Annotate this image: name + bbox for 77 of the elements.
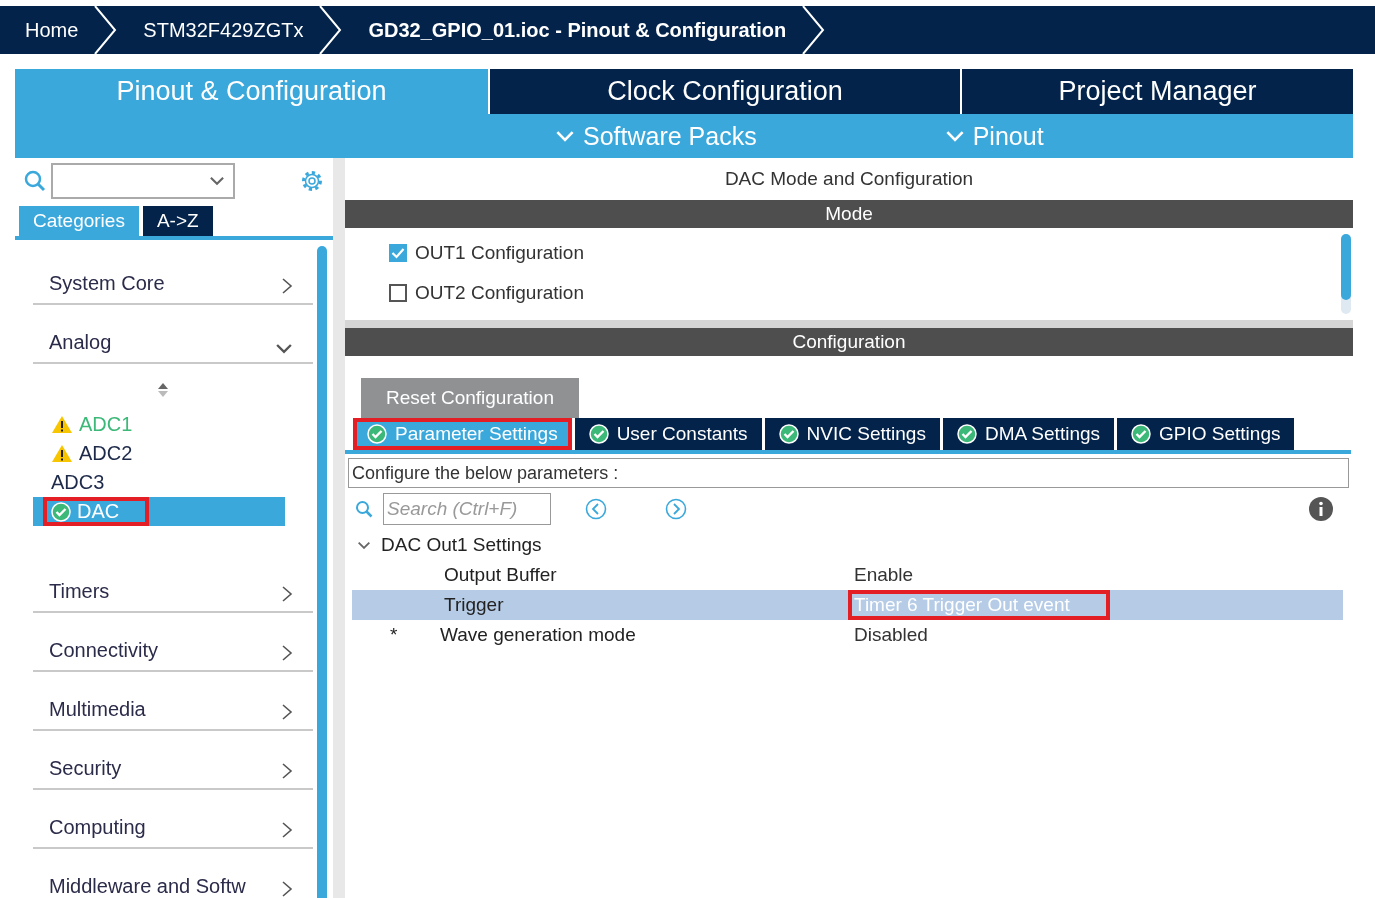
chevron-right-icon: [281, 703, 293, 721]
category-item[interactable]: Computing: [33, 790, 313, 849]
chevron-right-icon: [317, 6, 344, 54]
info-icon[interactable]: [1309, 497, 1333, 521]
section-header: Configuration: [345, 328, 1353, 356]
settings-tab[interactable]: GPIO Settings: [1117, 418, 1295, 450]
chevron-right-icon: [281, 277, 293, 295]
category-item[interactable]: Middleware and Softw: [33, 849, 313, 898]
chevron-down-icon: [944, 130, 965, 142]
parameter-value: Timer 6 Trigger Out event: [848, 590, 1110, 620]
mode-checkbox[interactable]: OUT1 Configuration: [389, 242, 1295, 264]
main-tab[interactable]: Clock Configuration: [488, 69, 960, 114]
check-circle-icon: [51, 501, 71, 522]
parameter-row[interactable]: Output Buffer Enable: [352, 560, 1343, 590]
peripheral-label: DAC: [77, 500, 120, 523]
parameter-name: Trigger: [444, 594, 504, 615]
parameter-name: Output Buffer: [444, 564, 557, 585]
breadcrumb-item[interactable]: GD32_GPIO_01.ioc - Pinout & Configuration: [343, 18, 801, 42]
breadcrumb-item[interactable]: Home: [0, 18, 93, 42]
chevron-right-icon: [92, 6, 119, 54]
chevron-right-icon: [281, 880, 293, 898]
warning-icon: [51, 444, 73, 463]
settings-tab[interactable]: DMA Settings: [942, 418, 1115, 450]
chevron-right-icon: [800, 6, 827, 54]
settings-icon[interactable]: [299, 168, 325, 194]
search-icon: [355, 500, 373, 518]
parameter-value: Disabled: [853, 623, 929, 647]
parameter-row[interactable]: Trigger Timer 6 Trigger Out event: [352, 590, 1343, 620]
previous-icon[interactable]: [585, 498, 607, 520]
search-field[interactable]: Search (Ctrl+F): [383, 493, 551, 525]
next-icon[interactable]: [665, 498, 687, 520]
category-item[interactable]: Security: [33, 731, 313, 790]
category-item[interactable]: Timers: [33, 554, 313, 613]
peripheral-item[interactable]: ADC2: [33, 439, 285, 468]
checkbox[interactable]: [389, 284, 407, 302]
chevron-right-icon: [281, 585, 293, 603]
tree-group[interactable]: DAC Out1 Settings: [345, 530, 1353, 560]
category-item[interactable]: Multimedia: [33, 672, 313, 731]
search-dropdown[interactable]: [51, 163, 235, 199]
check-circle-icon: [956, 424, 977, 444]
scrollbar[interactable]: [317, 246, 327, 898]
peripheral-label: ADC1: [79, 413, 133, 436]
chevron-right-icon: [281, 821, 293, 839]
chevron-down-icon: [357, 540, 371, 550]
peripheral-label: ADC2: [79, 442, 133, 465]
chevron-down-icon: [275, 343, 293, 354]
chevron-right-icon: [281, 762, 293, 780]
scrollbar[interactable]: [1341, 234, 1351, 314]
main-tab[interactable]: Project Manager: [960, 69, 1353, 114]
sidebar-tab[interactable]: A->Z: [142, 206, 213, 236]
section-header: Mode: [345, 200, 1353, 228]
peripheral-label: ADC3: [51, 471, 105, 494]
chevron-right-icon: [281, 644, 293, 662]
breadcrumb-item[interactable]: STM32F429ZGTx: [118, 18, 318, 42]
category-item[interactable]: System Core: [33, 246, 313, 305]
check-circle-icon: [1131, 424, 1152, 444]
sort-icon[interactable]: [157, 382, 169, 398]
mode-checkbox[interactable]: OUT2 Configuration: [389, 282, 1295, 304]
check-circle-icon: [367, 424, 387, 444]
hint-text: Configure the below parameters :: [348, 458, 1349, 488]
check-circle-icon: [778, 424, 799, 444]
settings-tab[interactable]: NVIC Settings: [764, 418, 940, 450]
parameter-name: Wave generation mode: [440, 624, 636, 645]
check-circle-icon: [588, 424, 609, 444]
settings-tab[interactable]: User Constants: [574, 418, 762, 450]
category-item[interactable]: Analog: [33, 305, 313, 364]
peripheral-item[interactable]: ADC3: [33, 468, 285, 497]
chevron-down-icon: [209, 176, 225, 186]
warning-icon: [51, 415, 73, 434]
search-icon[interactable]: [23, 169, 47, 193]
parameter-value: Enable: [853, 563, 915, 587]
checkbox[interactable]: [389, 244, 407, 262]
category-item[interactable]: Connectivity: [33, 613, 313, 672]
panel-title: DAC Mode and Configuration: [723, 167, 975, 191]
parameter-row[interactable]: * Wave generation mode Disabled: [352, 620, 1343, 650]
modified-marker: *: [390, 624, 398, 645]
chevron-down-icon: [555, 130, 575, 142]
